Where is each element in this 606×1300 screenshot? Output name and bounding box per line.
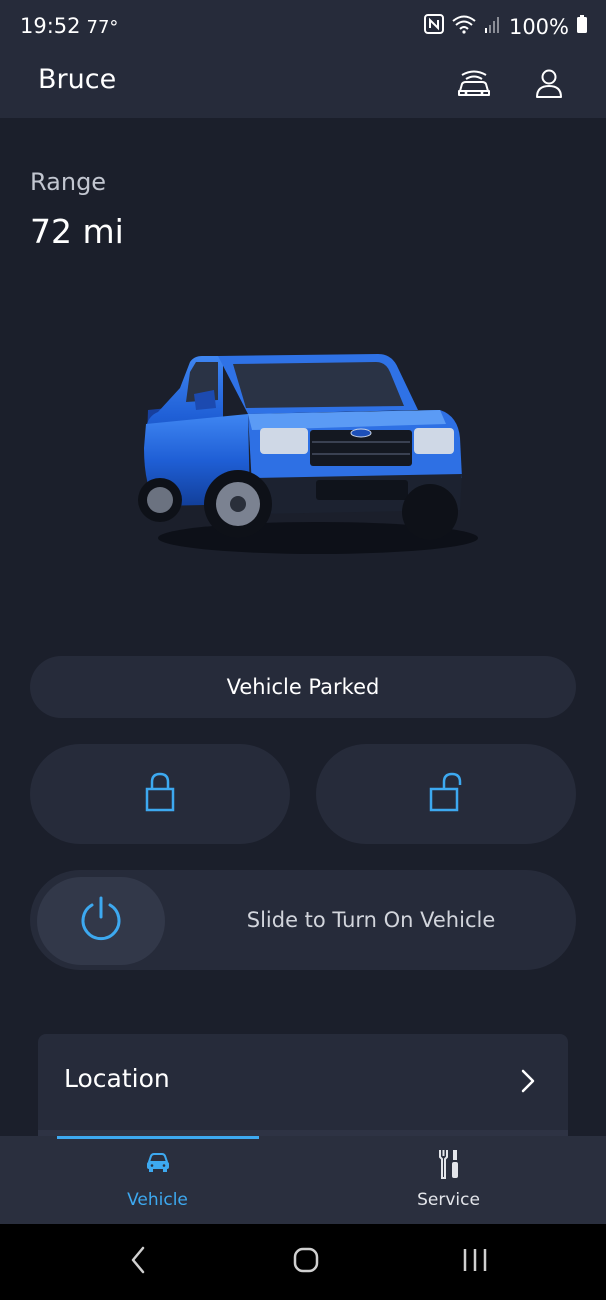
slider-label: Slide to Turn On Vehicle (246, 908, 496, 932)
account-icon (535, 69, 563, 103)
status-right: 100% (423, 14, 588, 39)
connected-vehicle-icon (456, 69, 492, 103)
lock-button[interactable] (30, 744, 290, 844)
tab-service-label: Service (417, 1190, 480, 1210)
location-label: Location (64, 1064, 170, 1093)
status-time: 19:52 (20, 14, 81, 38)
range-value: 72 mi (30, 212, 124, 251)
tools-icon (436, 1148, 462, 1184)
range-label: Range (30, 168, 107, 196)
status-battery-text: 100% (508, 14, 569, 39)
recents-icon (461, 1247, 489, 1277)
signal-icon (484, 14, 502, 39)
tab-service[interactable]: Service (297, 1136, 600, 1224)
tab-vehicle[interactable]: Vehicle (6, 1136, 309, 1224)
app-header: Bruce (0, 56, 606, 118)
vehicle-image (128, 328, 478, 558)
status-left: 19:52 77° (20, 14, 118, 38)
home-button[interactable] (276, 1242, 336, 1282)
wifi-icon (451, 14, 477, 39)
remote-start-slider-handle[interactable] (37, 877, 165, 965)
connected-vehicle-button[interactable] (450, 62, 498, 110)
car-icon (145, 1152, 171, 1178)
bottom-navigation: Vehicle Service (0, 1136, 606, 1224)
battery-icon (576, 14, 588, 39)
vehicle-status-pill: Vehicle Parked (30, 656, 576, 718)
system-navigation-bar (0, 1224, 606, 1300)
chevron-right-icon (520, 1068, 536, 1098)
tab-vehicle-label: Vehicle (127, 1190, 188, 1210)
unlock-icon (429, 772, 463, 816)
home-icon (292, 1246, 320, 1278)
recents-button[interactable] (445, 1242, 505, 1282)
vehicle-status-text: Vehicle Parked (226, 675, 380, 699)
location-card[interactable]: Location (38, 1034, 568, 1130)
power-icon (78, 895, 124, 947)
back-icon (130, 1246, 146, 1278)
account-button[interactable] (525, 62, 573, 110)
status-bar: 19:52 77° 100% (0, 0, 606, 56)
nfc-icon (423, 14, 444, 39)
lock-icon (145, 772, 175, 816)
unlock-button[interactable] (316, 744, 576, 844)
status-temperature: 77° (86, 17, 119, 38)
vehicle-name-title[interactable]: Bruce (38, 64, 116, 95)
back-button[interactable] (108, 1242, 168, 1282)
